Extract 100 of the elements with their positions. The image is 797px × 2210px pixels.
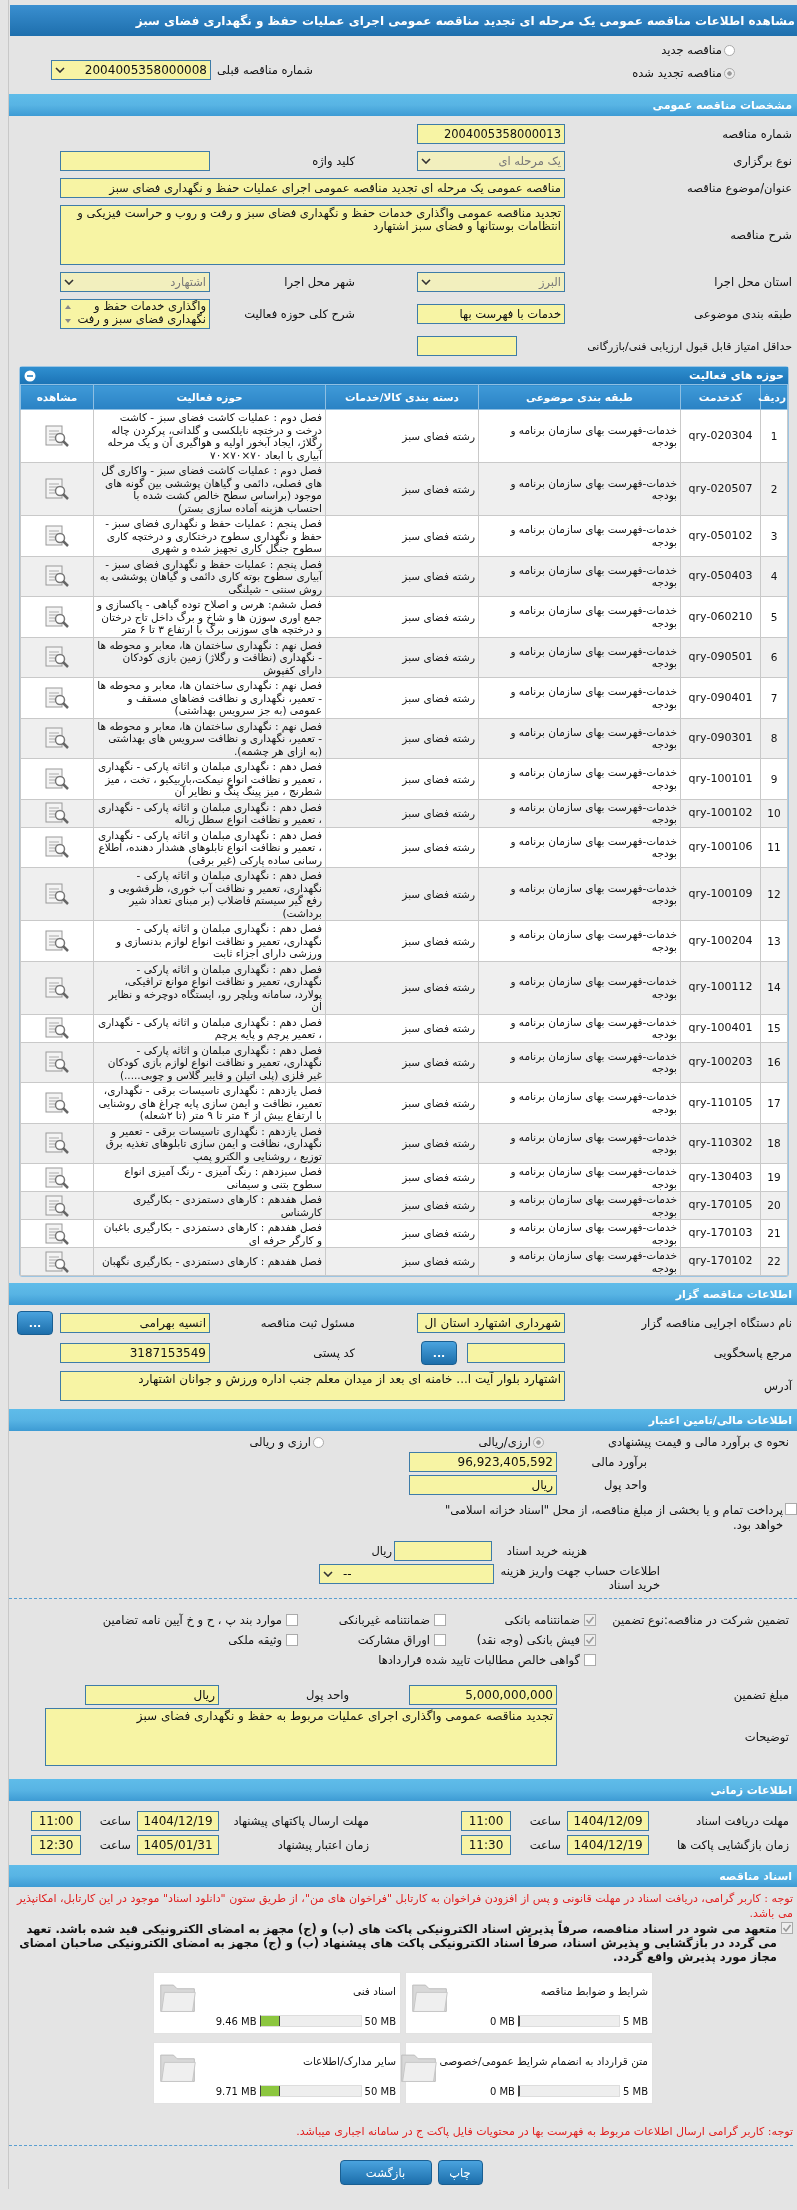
document-magnifier-icon[interactable] <box>44 564 70 589</box>
field-label: ساعت <box>528 1814 562 1828</box>
guarantee-option[interactable]: ضمانتنامه غیربانکی <box>298 1613 446 1627</box>
table-cell: qry-110105 <box>680 1082 761 1123</box>
table-cell: 9 <box>760 758 788 799</box>
table-cell: خدمات-فهرست بهای سازمان برنامه و بودجه <box>478 799 681 827</box>
document-magnifier-icon[interactable] <box>44 1131 70 1156</box>
list-box[interactable]: واگذاری خدمات حفظ و نگهداری فضای سبز و رفت <box>60 299 210 329</box>
document-magnifier-icon[interactable] <box>44 1193 70 1218</box>
text-area[interactable]: تجدید مناقصه عمومی واگذاری خدمات حفظ و نگهداری فضای سبز و رفت و روب و حراست فیزیکی و انتظامات بوستانها و فضای سبز اشتهارد <box>60 205 565 265</box>
table-cell: فصل دهم : نگهداری مبلمان و اثاثه پارکی - نگهداری، تعمیر و نظافت انواع لوازم بدنسازی و ورزشی دارای اجزاء ثابت <box>93 920 326 961</box>
guarantee-option[interactable]: گواهی خالص مطالبات تایید شده قراردادها <box>378 1653 596 1667</box>
text-area[interactable]: اشتهارد بلوار آیت ا... خامنه ای بعد از میدان معلم جنب اداره ورزش و جوانان اشتهارد <box>60 1371 565 1401</box>
table-cell: رشته فضای سبز <box>325 867 479 921</box>
document-magnifier-icon[interactable] <box>44 1165 70 1190</box>
action-button[interactable]: بازگشت <box>339 2160 432 2185</box>
document-magnifier-icon[interactable] <box>44 726 70 751</box>
document-magnifier-icon[interactable] <box>44 424 70 448</box>
document-magnifier-icon[interactable] <box>44 766 70 791</box>
date-field[interactable]: 1404/12/09 <box>567 1811 649 1831</box>
table-cell: 18 <box>760 1123 788 1164</box>
estimate-method-radio[interactable]: ارزی/ریالی <box>324 1435 544 1449</box>
table-cell: خدمات-فهرست بهای سازمان برنامه و بودجه <box>478 1082 681 1123</box>
document-magnifier-icon[interactable] <box>44 928 70 953</box>
document-magnifier-icon[interactable] <box>44 1016 70 1040</box>
document-magnifier-icon[interactable] <box>44 604 70 629</box>
size-limit: 50 MB <box>364 2085 396 2097</box>
table-cell: 10 <box>760 799 788 827</box>
table-cell: 17 <box>760 1082 788 1123</box>
input-field[interactable]: ریال <box>85 1685 219 1705</box>
collapse-icon[interactable] <box>24 369 36 382</box>
table-cell: فصل دهم : نگهداری مبلمان و اثاثه پارکی - نگهداری، تعمیر و نظافت انواع لوازم بازی کودکان غیر فلزی (پلی اتیلن و فایبر گلاس و چوبی.....) <box>93 1042 326 1083</box>
field-label: مهلت ارسال پاکتهای پیشنهاد <box>232 1814 369 1828</box>
document-magnifier-icon[interactable] <box>44 1090 70 1115</box>
time-field[interactable]: 12:30 <box>31 1835 81 1855</box>
checkbox[interactable] <box>785 1503 797 1515</box>
unit-label: ریال <box>371 1544 393 1558</box>
text-area[interactable]: تجدید مناقصه عمومی واگذاری اجرای عملیات مربوط به حفظ و نگهداری فضای سبز <box>45 1708 557 1766</box>
input-field[interactable]: شهرداری اشتهارد استان ال <box>417 1313 565 1333</box>
input-field[interactable]: خدمات با فهرست بها <box>417 304 565 324</box>
action-button[interactable]: چاپ <box>437 2160 483 2185</box>
table-cell: qry-100112 <box>680 961 761 1014</box>
table-cell: qry-110302 <box>680 1123 761 1164</box>
input-field[interactable]: انسیه بهرامی <box>60 1313 210 1333</box>
document-magnifier-icon[interactable] <box>44 477 70 501</box>
dropdown[interactable]: -- <box>319 1564 494 1584</box>
guarantee-option[interactable]: اوراق مشارکت <box>298 1633 446 1647</box>
document-magnifier-icon[interactable] <box>44 685 70 710</box>
input-field[interactable]: ریال <box>409 1475 557 1495</box>
document-magnifier-icon[interactable] <box>44 523 70 548</box>
guarantee-option[interactable]: ضمانتنامه بانکی <box>446 1613 596 1627</box>
table-cell: 1 <box>760 409 788 463</box>
size-limit: 50 MB <box>364 2015 396 2027</box>
document-magnifier-icon[interactable] <box>44 1249 70 1274</box>
input-field[interactable]: 2004005358000013 <box>417 124 565 144</box>
document-magnifier-icon[interactable] <box>44 1050 70 1075</box>
document-magnifier-icon[interactable] <box>44 645 70 670</box>
table-cell: qry-100204 <box>680 920 761 961</box>
table-cell: رشته فضای سبز <box>325 409 479 463</box>
table-cell: خدمات-فهرست بهای سازمان برنامه و بودجه <box>478 1123 681 1164</box>
input-field[interactable]: 5,000,000,000 <box>409 1685 557 1705</box>
document-magnifier-icon[interactable] <box>44 1221 70 1246</box>
date-field[interactable]: 1404/12/19 <box>137 1811 219 1831</box>
column-header: مشاهده <box>20 384 94 410</box>
document-magnifier-icon[interactable] <box>44 975 70 1000</box>
table-cell: خدمات-فهرست بهای سازمان برنامه و بودجه <box>478 556 681 597</box>
guarantee-option[interactable]: موارد بند پ ، ح و خ آیین نامه تضامین <box>98 1613 298 1627</box>
input-field[interactable] <box>467 1343 565 1363</box>
document-magnifier-icon[interactable] <box>44 801 70 825</box>
document-magnifier-icon[interactable] <box>44 835 70 860</box>
date-field[interactable]: 1404/12/19 <box>567 1835 649 1855</box>
input-field[interactable]: مناقصه عمومی یک مرحله ای تجدید مناقصه عمومی اجرای عملیات حفظ و نگهداری فضای سبز <box>60 178 565 198</box>
guarantee-option[interactable]: وثیقه ملکی <box>98 1633 298 1647</box>
field-label: کد پستی <box>312 1346 356 1360</box>
date-field[interactable]: 1405/01/31 <box>137 1835 219 1855</box>
input-field[interactable]: 96,923,405,592 <box>409 1452 557 1472</box>
field-label: شرح کلی حوزه فعالیت <box>243 307 356 321</box>
size-limit: 5 MB <box>622 2085 648 2097</box>
table-cell: فصل نهم : نگهداری ساختمان ها، معابر و محوطه ها - تعمیر، نگهداری و نظافت فضاهای مسقف و عمومی (به جز سرویس بهداشتی) <box>93 677 326 718</box>
guarantee-option[interactable]: فیش بانکی (وجه نقد) <box>446 1633 596 1647</box>
time-field[interactable]: 11:00 <box>461 1811 511 1831</box>
table-cell: qry-100109 <box>680 867 761 921</box>
field-label: تضمین شرکت در مناقصه: <box>664 1613 789 1627</box>
input-field[interactable]: 3187153549 <box>60 1343 210 1363</box>
warning-text: توجه: کاربر گرامی ارسال اطلاعات مربوط به فهرست بها در محتویات فایل پاکت ج در سامانه اجباری میباشد. <box>295 2124 793 2139</box>
time-field[interactable]: 11:00 <box>31 1811 81 1831</box>
tender-type-radio[interactable]: مناقصه جدید <box>9 43 735 57</box>
table-cell: فصل دهم : نگهداری مبلمان و اثاثه پارکی - نگهداری ، تعمیر پرچم و پایه پرچم <box>93 1014 326 1042</box>
table-cell: خدمات-فهرست بهای سازمان برنامه و بودجه <box>478 1163 681 1192</box>
document-magnifier-icon[interactable] <box>44 882 70 906</box>
input-field[interactable] <box>60 151 210 171</box>
time-field[interactable]: 11:30 <box>461 1835 511 1855</box>
input-field[interactable] <box>394 1541 492 1561</box>
table-cell: خدمات-فهرست بهای سازمان برنامه و بودجه <box>478 1219 681 1248</box>
browse-button[interactable]: ... <box>17 1311 53 1335</box>
browse-button[interactable]: ... <box>421 1341 457 1365</box>
input-field[interactable] <box>417 336 517 356</box>
previous-tender-select[interactable]: 2004005358000008 <box>51 60 211 80</box>
estimate-method-radio[interactable]: ارزی و ریالی <box>249 1435 324 1449</box>
checkbox[interactable] <box>781 1922 793 1934</box>
